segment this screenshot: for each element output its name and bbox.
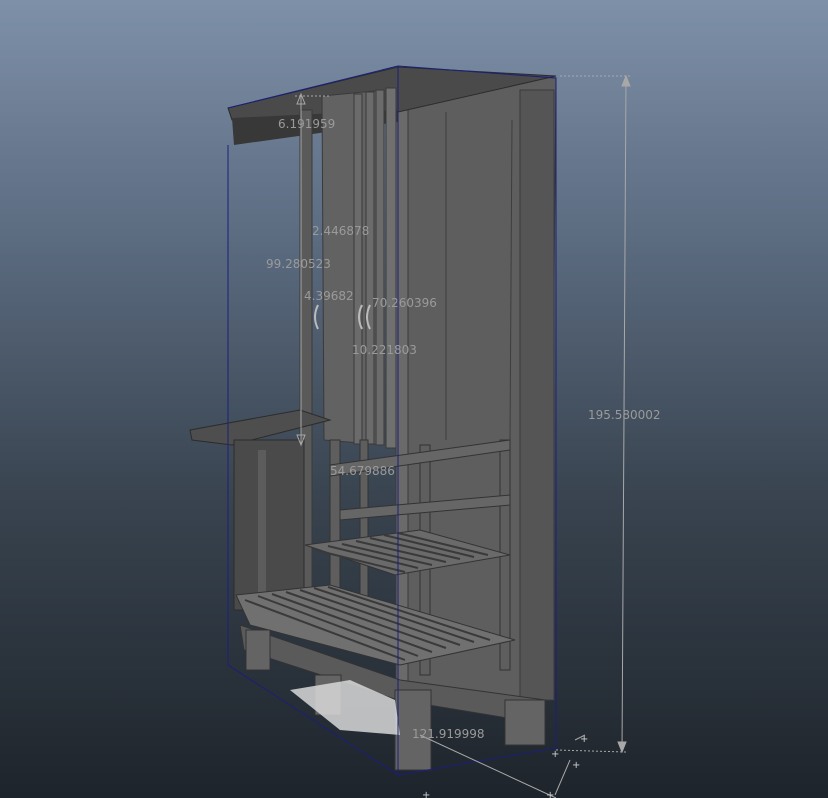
- svg-text:+: +: [551, 749, 559, 760]
- foot-front-left: [245, 629, 271, 671]
- dim-door-width[interactable]: 2.446878: [312, 224, 369, 238]
- dim-handle-size[interactable]: 10.221803: [352, 343, 417, 357]
- svg-text:+: +: [422, 790, 430, 798]
- dim-handle-offset[interactable]: 4.39682: [304, 289, 354, 303]
- dim-panel-height[interactable]: 99.280523: [266, 257, 331, 271]
- dim-door-height[interactable]: 70.260396: [372, 296, 437, 310]
- right-back-post: [519, 89, 555, 701]
- cabinet-model[interactable]: [189, 66, 557, 771]
- door-strip-1: [353, 93, 363, 445]
- foot-back-right: [504, 699, 546, 746]
- dim-shelf-height[interactable]: 54.679886: [330, 464, 395, 478]
- dim-height-total[interactable]: 195.580002: [588, 408, 661, 422]
- door-strip-3: [375, 89, 385, 446]
- scene-canvas[interactable]: + + + + +: [0, 0, 828, 798]
- door-handle-left: [314, 304, 319, 330]
- left-back-panel: [233, 439, 305, 611]
- dim-top-gap[interactable]: 6.191959: [278, 117, 335, 131]
- maya-3d-viewport[interactable]: + + + + + 195.580002 121.919998 6.191959…: [0, 0, 828, 798]
- door-strip-2: [365, 91, 375, 445]
- door-strip-4: [385, 87, 397, 449]
- svg-text:+: +: [572, 760, 580, 771]
- svg-text:+: +: [580, 734, 588, 745]
- left-door: [321, 89, 385, 446]
- desk-leg: [258, 450, 266, 600]
- dim-depth-base[interactable]: 121.919998: [412, 727, 485, 741]
- svg-text:+: +: [546, 790, 554, 798]
